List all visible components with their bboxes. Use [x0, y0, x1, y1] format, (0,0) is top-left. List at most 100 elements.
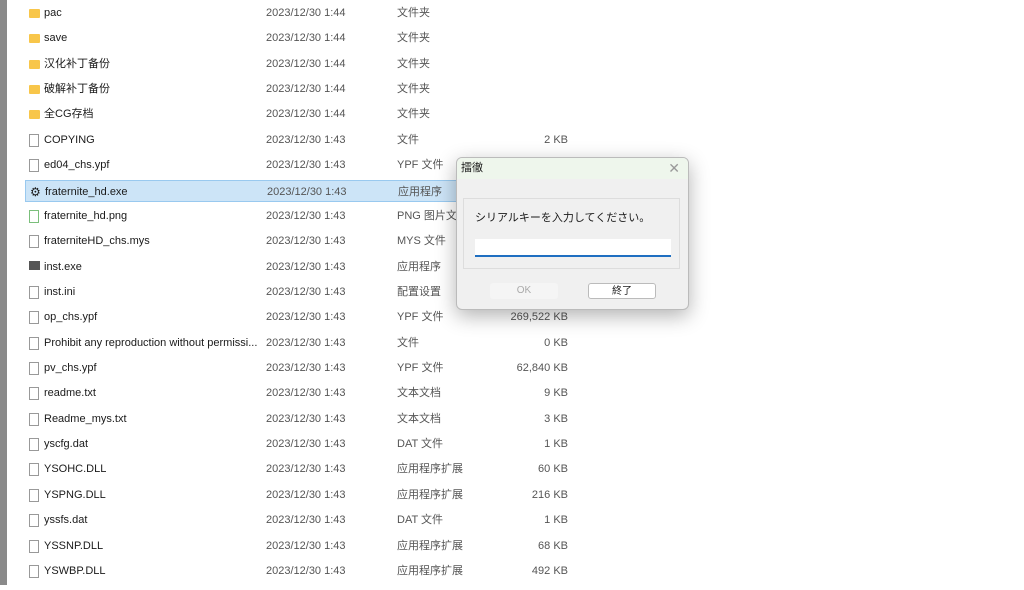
file-row[interactable]: 汉化补丁备份 2023/12/30 1:44 文件夹: [25, 53, 585, 75]
file-row[interactable]: pv_chs.ypf 2023/12/30 1:43 YPF 文件 62,840 KB: [25, 357, 585, 379]
close-icon[interactable]: ✕: [668, 158, 680, 179]
file-row[interactable]: YSWBP.DLL 2023/12/30 1:43 应用程序扩展 492 KB: [25, 560, 585, 582]
file-size: 3 KB: [544, 412, 568, 425]
file-date: 2023/12/30 1:44: [266, 83, 346, 96]
folder-icon: [29, 9, 40, 18]
file-row[interactable]: yssfs.dat 2023/12/30 1:43 DAT 文件 1 KB: [25, 509, 585, 531]
file-type: 应用程序扩展: [397, 488, 463, 501]
file-name: inst.exe: [44, 260, 82, 273]
image-icon: [29, 209, 39, 223]
file-type: 文件夹: [397, 83, 430, 96]
file-type: MYS 文件: [397, 235, 446, 248]
file-icon: [29, 159, 39, 173]
file-size: 1 KB: [544, 438, 568, 451]
file-size: 2 KB: [544, 133, 568, 146]
file-name: YSWBP.DLL: [44, 564, 106, 577]
gear-icon: ⚙: [30, 184, 41, 199]
file-row[interactable]: YSSNP.DLL 2023/12/30 1:43 应用程序扩展 68 KB: [25, 535, 585, 557]
file-row[interactable]: YSOHC.DLL 2023/12/30 1:43 应用程序扩展 60 KB: [25, 458, 585, 480]
file-type: DAT 文件: [397, 514, 444, 527]
file-size: 62,840 KB: [516, 362, 568, 375]
file-icon: [29, 539, 39, 553]
file-name: YSPNG.DLL: [44, 488, 106, 501]
file-name: 汉化补丁备份: [44, 57, 110, 70]
file-date: 2023/12/30 1:44: [266, 57, 346, 70]
file-icon: [29, 311, 39, 325]
file-date: 2023/12/30 1:43: [266, 159, 346, 172]
file-type: 文件夹: [397, 57, 430, 70]
file-row[interactable]: Readme_mys.txt 2023/12/30 1:43 文本文档 3 KB: [25, 408, 585, 430]
file-icon: [29, 438, 39, 452]
file-name: readme.txt: [44, 387, 96, 400]
file-type: 应用程序扩展: [397, 564, 463, 577]
file-type: 应用程序扩展: [397, 539, 463, 552]
file-date: 2023/12/30 1:43: [266, 336, 346, 349]
exit-button[interactable]: 終了: [588, 283, 656, 299]
serial-key-dialog: 擂徹 ✕ シリアルキーを入力してください。 OK 終了: [456, 157, 689, 310]
file-icon: [29, 488, 39, 502]
file-name: ed04_chs.ypf: [44, 159, 110, 172]
file-row[interactable]: pac 2023/12/30 1:44 文件夹: [25, 2, 585, 24]
file-date: 2023/12/30 1:43: [266, 438, 346, 451]
folder-icon: [29, 59, 40, 69]
file-type: 文件: [397, 133, 419, 146]
folder-icon: [29, 34, 40, 44]
file-name: fraternite_hd.png: [44, 209, 128, 222]
file-row[interactable]: save 2023/12/30 1:44 文件夹: [25, 27, 585, 49]
file-date: 2023/12/30 1:43: [266, 260, 346, 273]
serial-key-input[interactable]: [475, 239, 671, 257]
file-date: 2023/12/30 1:43: [266, 362, 346, 375]
file-row[interactable]: Prohibit any reproduction without permis…: [25, 332, 585, 354]
folder-icon: [29, 110, 40, 120]
file-row[interactable]: YSPNG.DLL 2023/12/30 1:43 应用程序扩展 216 KB: [25, 484, 585, 506]
file-name: yssfs.dat: [44, 514, 88, 527]
ok-button[interactable]: OK: [490, 283, 558, 299]
file-date: 2023/12/30 1:43: [266, 564, 346, 577]
file-icon: [29, 133, 39, 147]
file-type: 文本文档: [397, 412, 441, 425]
file-row[interactable]: 全CG存档 2023/12/30 1:44 文件夹: [25, 103, 585, 125]
file-name: pv_chs.ypf: [44, 362, 97, 375]
dialog-message: シリアルキーを入力してください。: [475, 212, 651, 224]
file-date: 2023/12/30 1:43: [266, 463, 346, 476]
file-icon: [29, 564, 39, 578]
file-name: Readme_mys.txt: [44, 412, 127, 425]
file-row[interactable]: 破解补丁备份 2023/12/30 1:44 文件夹: [25, 78, 585, 100]
file-row[interactable]: COPYING 2023/12/30 1:43 文件 2 KB: [25, 129, 585, 151]
file-name: YSOHC.DLL: [44, 463, 107, 476]
file-date: 2023/12/30 1:43: [266, 514, 346, 527]
file-icon: [29, 362, 39, 376]
file-name: inst.ini: [44, 285, 76, 298]
file-type: YPF 文件: [397, 159, 444, 172]
file-name: fraterniteHD_chs.mys: [44, 235, 150, 248]
file-icon: [29, 514, 39, 528]
file-date: 2023/12/30 1:44: [266, 108, 346, 121]
file-type: 文件夹: [397, 7, 430, 19]
file-date: 2023/12/30 1:43: [266, 235, 346, 248]
file-type: YPF 文件: [397, 362, 444, 375]
file-type: 应用程序: [398, 185, 442, 198]
app-icon: [29, 260, 40, 270]
input-group: シリアルキーを入力してください。: [463, 198, 680, 269]
file-type: 文本文档: [397, 387, 441, 400]
file-name: save: [44, 32, 68, 45]
file-name: Prohibit any reproduction without permis…: [44, 336, 258, 349]
file-type: 文件夹: [397, 32, 430, 45]
file-date: 2023/12/30 1:43: [266, 285, 346, 298]
file-type: 配置设置: [397, 285, 441, 298]
text-file-icon: [29, 387, 39, 401]
file-row[interactable]: yscfg.dat 2023/12/30 1:43 DAT 文件 1 KB: [25, 433, 585, 455]
scrollbar[interactable]: [0, 0, 7, 585]
file-date: 2023/12/30 1:44: [266, 7, 346, 19]
file-name: COPYING: [44, 133, 95, 146]
file-date: 2023/12/30 1:43: [266, 539, 346, 552]
file-row[interactable]: ⚙ fraternite_hd.exe 2023/12/30 1:43 应用程序: [25, 179, 465, 202]
file-date: 2023/12/30 1:43: [266, 488, 346, 501]
file-date: 2023/12/30 1:43: [266, 133, 346, 146]
file-type: DAT 文件: [397, 438, 444, 451]
file-size: 1 KB: [544, 514, 568, 527]
file-row[interactable]: readme.txt 2023/12/30 1:43 文本文档 9 KB: [25, 382, 585, 404]
file-name: op_chs.ypf: [44, 311, 98, 324]
file-name: yscfg.dat: [44, 438, 89, 451]
file-type: 文件: [397, 336, 419, 349]
